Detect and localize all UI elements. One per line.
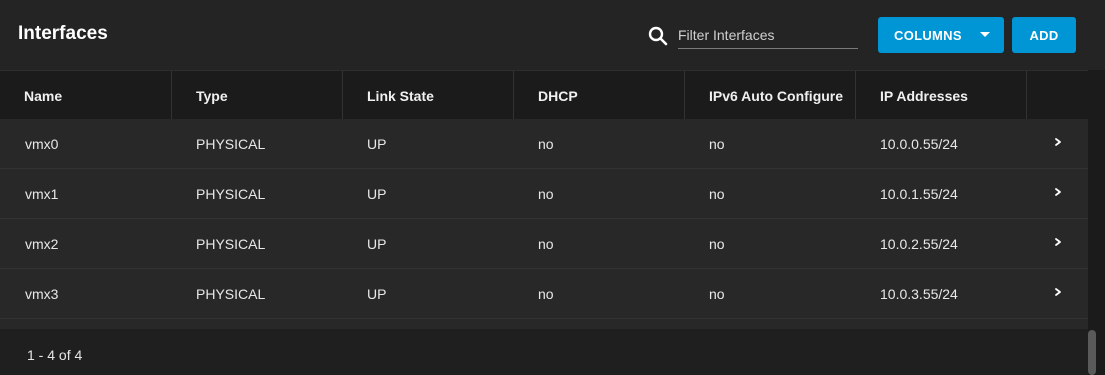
cell-link-state: UP [367,286,387,302]
cell-dhcp: no [538,186,554,202]
cell-link-state: UP [367,236,387,252]
page-title: Interfaces [18,23,108,44]
table-body: vmx0 PHYSICAL UP no no 10.0.0.55/24 vmx1… [0,119,1088,329]
column-header-dhcp[interactable]: DHCP [514,71,685,119]
interfaces-card: Interfaces COLUMNS ADD Name Type Link St… [0,0,1105,375]
cell-ip-addresses: 10.0.2.55/24 [880,236,958,252]
cell-link-state: UP [367,186,387,202]
chevron-right-icon[interactable] [1053,237,1063,247]
cell-name: vmx1 [25,186,59,202]
column-header-ip-addresses[interactable]: IP Addresses [856,71,1027,119]
chevron-right-icon[interactable] [1053,287,1063,297]
add-button[interactable]: ADD [1012,17,1076,53]
cell-type: PHYSICAL [196,136,266,152]
column-header-type[interactable]: Type [172,71,343,119]
cell-name: vmx3 [25,286,59,302]
table-row[interactable]: vmx0 PHYSICAL UP no no 10.0.0.55/24 [0,119,1088,169]
search-icon [648,26,668,46]
column-header-name[interactable]: Name [0,71,172,119]
scrollbar-thumb[interactable] [1088,330,1096,375]
columns-button[interactable]: COLUMNS [878,17,1004,53]
cell-ip-addresses: 10.0.3.55/24 [880,286,958,302]
table-header-row: Name Type Link State DHCP IPv6 Auto Conf… [0,70,1095,120]
cell-ip-addresses: 10.0.1.55/24 [880,186,958,202]
column-header-link-state[interactable]: Link State [343,71,514,119]
cell-type: PHYSICAL [196,186,266,202]
cell-type: PHYSICAL [196,286,266,302]
cell-ipv6-auto-configure: no [709,186,725,202]
cell-link-state: UP [367,136,387,152]
table-row[interactable]: vmx2 PHYSICAL UP no no 10.0.2.55/24 [0,219,1088,269]
pagination-range: 1 - 4 of 4 [27,347,83,363]
cell-dhcp: no [538,236,554,252]
table-row[interactable]: vmx1 PHYSICAL UP no no 10.0.1.55/24 [0,169,1088,219]
cell-ipv6-auto-configure: no [709,136,725,152]
cell-ipv6-auto-configure: no [709,236,725,252]
cell-dhcp: no [538,286,554,302]
column-header-ipv6-auto-configure[interactable]: IPv6 Auto Configure [685,71,856,119]
cell-name: vmx2 [25,236,59,252]
chevron-right-icon[interactable] [1053,137,1063,147]
column-header-actions [1027,71,1095,119]
chevron-right-icon[interactable] [1053,187,1063,197]
table-footer: 1 - 4 of 4 [0,329,1088,375]
card-header: Interfaces COLUMNS ADD [0,0,1105,70]
columns-button-label: COLUMNS [894,28,962,43]
cell-name: vmx0 [25,136,59,152]
cell-dhcp: no [538,136,554,152]
table-row[interactable]: vmx3 PHYSICAL UP no no 10.0.3.55/24 [0,269,1088,319]
chevron-down-icon [980,32,990,37]
cell-ip-addresses: 10.0.0.55/24 [880,136,958,152]
filter-interfaces-input[interactable] [678,22,858,49]
cell-ipv6-auto-configure: no [709,286,725,302]
cell-type: PHYSICAL [196,236,266,252]
